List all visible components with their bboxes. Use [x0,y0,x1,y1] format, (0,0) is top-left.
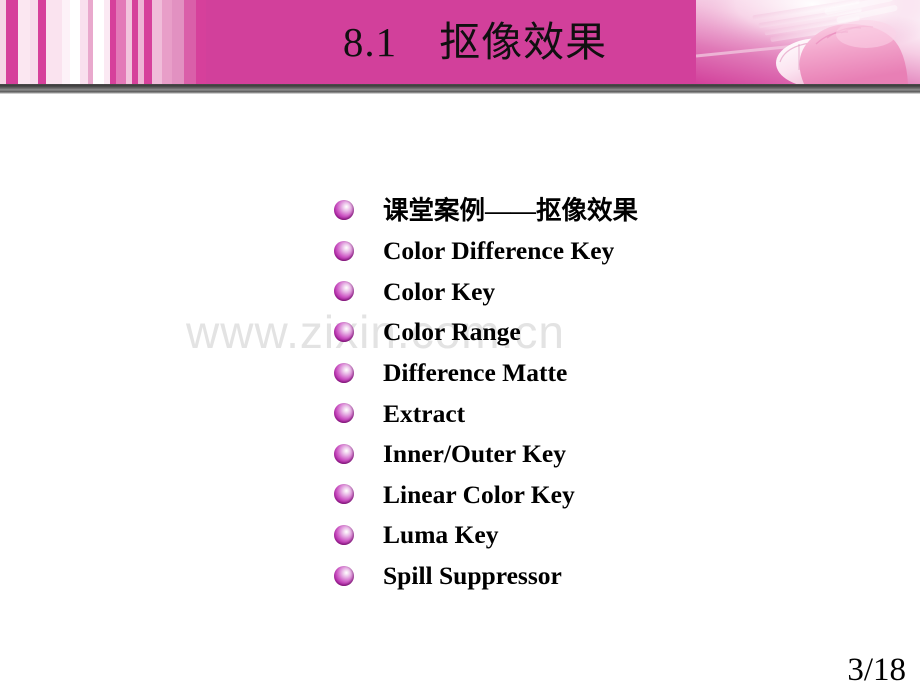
list-item-label: Difference Matte [383,357,568,387]
slide-header-banner: 8.1 抠像效果 [0,0,920,84]
list-item-label: Color Key [383,276,496,306]
sphere-bullet-icon [334,362,354,383]
list-item-label: Inner/Outer Key [383,439,566,469]
list-item-label: Linear Color Key [383,479,575,509]
sphere-bullet-icon [334,565,354,586]
list-item[interactable]: 课堂案例——抠像效果 [334,190,894,231]
sphere-bullet-icon [334,281,354,302]
header-divider-bar [0,84,920,94]
sphere-bullet-icon [334,403,354,424]
list-item[interactable]: Difference Matte [334,352,894,393]
bullet-list: 课堂案例——抠像效果 Color Difference Key Color Ke… [334,190,894,596]
sphere-bullet-icon [334,443,354,464]
list-item[interactable]: Luma Key [334,515,894,556]
list-item[interactable]: Spill Suppressor [334,555,894,596]
list-item-label: Luma Key [383,520,499,550]
list-item-label: Color Difference Key [383,236,615,266]
sphere-bullet-icon [334,525,354,546]
list-item-label: Color Range [383,317,521,347]
sphere-bullet-icon [334,200,354,221]
list-item[interactable]: Color Difference Key [334,231,894,272]
sphere-bullet-icon [334,484,354,505]
list-item-label: Spill Suppressor [383,560,562,590]
list-item-label: 课堂案例——抠像效果 [383,195,639,225]
sphere-bullet-icon [334,322,354,343]
sphere-bullet-icon [334,240,354,261]
list-item[interactable]: Extract [334,393,894,434]
list-item-label: Extract [383,398,466,428]
list-item[interactable]: Color Range [334,312,894,353]
page-number: 3/18 [847,651,906,688]
list-item[interactable]: Color Key [334,271,894,312]
list-item[interactable]: Linear Color Key [334,474,894,515]
page-title: 8.1 抠像效果 [342,19,608,65]
list-item[interactable]: Inner/Outer Key [334,434,894,475]
presentation-slide: 8.1 抠像效果 www.zixin.com.cn 课堂案例——抠像效果 Col… [0,0,920,690]
